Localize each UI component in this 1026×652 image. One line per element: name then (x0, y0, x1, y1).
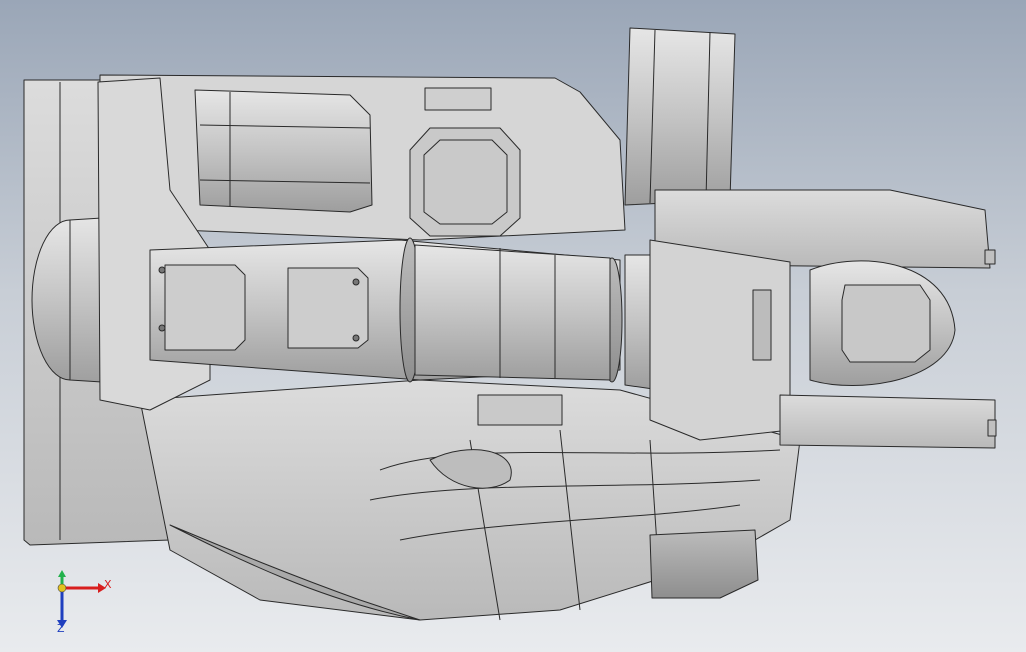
cover-plate-left (164, 264, 246, 351)
square-port (409, 127, 521, 237)
robot-joint-model[interactable] (0, 0, 1026, 652)
axis-x-label: X (104, 578, 112, 591)
graphics-viewport[interactable]: X Z (0, 0, 1026, 652)
axis-z-label: Z (57, 622, 65, 635)
side-tab (752, 289, 772, 361)
gripper-jaw (841, 284, 931, 363)
wrist-bottom-plate (779, 394, 996, 449)
triad-origin (57, 583, 67, 593)
lower-panel (477, 394, 563, 426)
top-slot (424, 87, 492, 111)
vertical-post (624, 27, 736, 206)
bottom-foot (649, 529, 759, 599)
motor-body (194, 89, 373, 213)
coordinate-triad: X Z (48, 568, 128, 640)
